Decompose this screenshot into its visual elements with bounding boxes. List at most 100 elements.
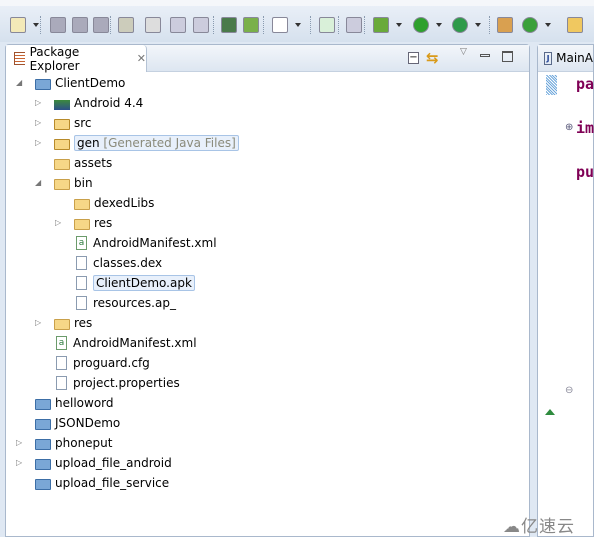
tree-item[interactable]: JSONDemo [35, 413, 120, 433]
toolbar-separator [489, 16, 490, 34]
closed-project-icon [35, 479, 51, 490]
external-tools-icon[interactable] [452, 17, 468, 33]
tree-item[interactable]: dexedLibs [74, 193, 154, 213]
breakpoint-marker-icon [545, 409, 555, 415]
view-header: Package Explorer ✕ − ⇆ ▽ [6, 45, 529, 73]
pen-icon[interactable] [145, 17, 161, 33]
collapsed-arrow-icon[interactable]: ▷ [55, 219, 63, 227]
expand-icon[interactable]: ⊕ [565, 122, 573, 133]
dropdown-arrow-icon[interactable] [396, 23, 402, 27]
collapsed-arrow-icon[interactable]: ▷ [35, 319, 43, 327]
tree-item[interactable]: ▷ Android 4.4 [35, 93, 143, 113]
new-class-icon[interactable] [319, 17, 335, 33]
tree-item[interactable]: project.properties [54, 373, 180, 393]
collapsed-arrow-icon[interactable]: ▷ [35, 99, 43, 107]
project-icon [35, 79, 51, 90]
dropdown-arrow-icon[interactable] [475, 23, 481, 27]
task-icon[interactable] [272, 17, 288, 33]
closed-project-icon [35, 399, 51, 410]
tree-item[interactable]: upload_file_service [35, 473, 169, 493]
tree-item-label: resources.ap_ [93, 296, 176, 310]
save-all-icon[interactable] [72, 17, 88, 33]
dropdown-arrow-icon[interactable] [436, 23, 442, 27]
maximize-icon[interactable] [502, 51, 513, 62]
minimize-icon[interactable] [480, 54, 490, 57]
tree-item[interactable]: resources.ap_ [74, 293, 176, 313]
tree-item[interactable]: proguard.cfg [54, 353, 150, 373]
tree-item[interactable]: assets [54, 153, 112, 173]
tree-item-label: bin [74, 176, 93, 190]
tree-item[interactable]: ClientDemo.apk [74, 273, 195, 293]
run-icon[interactable] [413, 17, 429, 33]
collapsed-arrow-icon[interactable]: ▷ [35, 139, 43, 147]
watermark-logo: ☁亿速云 [503, 517, 575, 537]
collapsed-arrow-icon[interactable]: ▷ [16, 459, 24, 467]
folder-icon [54, 159, 70, 170]
file-icon [76, 296, 87, 310]
tree-item[interactable]: helloword [35, 393, 114, 413]
expanded-arrow-icon[interactable]: ◢ [35, 179, 43, 187]
tab-package-explorer[interactable]: Package Explorer ✕ [6, 45, 147, 73]
tree-item[interactable]: ▷ res [55, 213, 112, 233]
project-icon [35, 459, 51, 470]
dropdown-arrow-icon[interactable] [295, 23, 301, 27]
editor-tab[interactable]: MainA [556, 51, 593, 65]
skip-breakpoints-icon[interactable] [346, 17, 362, 33]
avd-manager-icon[interactable] [243, 17, 259, 33]
new-package-icon[interactable] [497, 17, 513, 33]
tree-item[interactable]: ▷ res [35, 313, 92, 333]
tree-item-label: JSONDemo [55, 416, 121, 430]
pilcrow-icon[interactable] [193, 17, 209, 33]
tree-item[interactable]: classes.dex [74, 253, 162, 273]
toolbar-separator [213, 16, 214, 34]
refresh-icon[interactable] [522, 17, 538, 33]
overview-marker [546, 75, 557, 95]
save-icon[interactable] [50, 17, 66, 33]
closed-project-icon [35, 419, 51, 430]
tree-item[interactable]: ◢ bin [35, 173, 93, 193]
tree-item[interactable]: ▷ upload_file_android [16, 453, 172, 473]
tree-item[interactable]: ▷ gen [Generated Java Files] [35, 133, 239, 153]
view-menu-icon[interactable]: ▽ [460, 47, 467, 57]
collapsed-arrow-icon[interactable]: ▷ [35, 119, 43, 127]
package-explorer-view: Package Explorer ✕ − ⇆ ▽ ◢ ClientDemo ▷ And… [5, 44, 530, 537]
print-icon[interactable] [93, 17, 109, 33]
code-line: im [576, 119, 594, 137]
code-line: pu [576, 163, 594, 181]
collapsed-arrow-icon[interactable]: ▷ [16, 439, 24, 447]
collapse-icon[interactable]: ⊖ [565, 385, 573, 396]
new-icon[interactable] [10, 17, 26, 33]
tree-item[interactable]: a AndroidManifest.xml [74, 233, 217, 253]
xml-file-icon: a [56, 336, 67, 350]
tree-item[interactable]: ▷ src [35, 113, 92, 133]
expanded-arrow-icon[interactable]: ◢ [16, 79, 24, 87]
collapse-all-icon[interactable]: − [408, 52, 419, 64]
tree-item[interactable]: ◢ ClientDemo [16, 73, 126, 93]
tree-item-label: ClientDemo [55, 76, 126, 90]
block-icon[interactable] [170, 17, 186, 33]
toggle-mark-icon[interactable] [118, 17, 134, 33]
source-folder-icon [54, 139, 70, 150]
file-icon [56, 356, 67, 370]
dropdown-arrow-icon[interactable] [33, 23, 39, 27]
debug-icon[interactable] [373, 17, 389, 33]
android-sdk-icon[interactable] [221, 17, 237, 33]
tree-item-label: AndroidManifest.xml [93, 236, 217, 250]
folder-icon [54, 179, 70, 190]
tree-item[interactable]: a AndroidManifest.xml [54, 333, 197, 353]
tree-item[interactable]: ▷ phoneput [16, 433, 112, 453]
tree-item-label: upload_file_android [55, 456, 172, 470]
link-with-editor-icon[interactable]: ⇆ [426, 49, 439, 67]
dropdown-arrow-icon[interactable] [545, 23, 551, 27]
open-folder-icon[interactable] [567, 17, 583, 33]
tree-item-label: src [74, 116, 92, 130]
close-icon[interactable]: ✕ [137, 52, 146, 65]
tree-item-label: helloword [55, 396, 114, 410]
folder-icon [74, 219, 90, 230]
tree-item-label: upload_file_service [55, 476, 170, 490]
cloud-icon: ☁ [503, 517, 521, 537]
toolbar-separator [263, 16, 264, 34]
main-toolbar [0, 0, 594, 42]
folder-icon [74, 199, 90, 210]
toolbar-separator [364, 16, 365, 34]
